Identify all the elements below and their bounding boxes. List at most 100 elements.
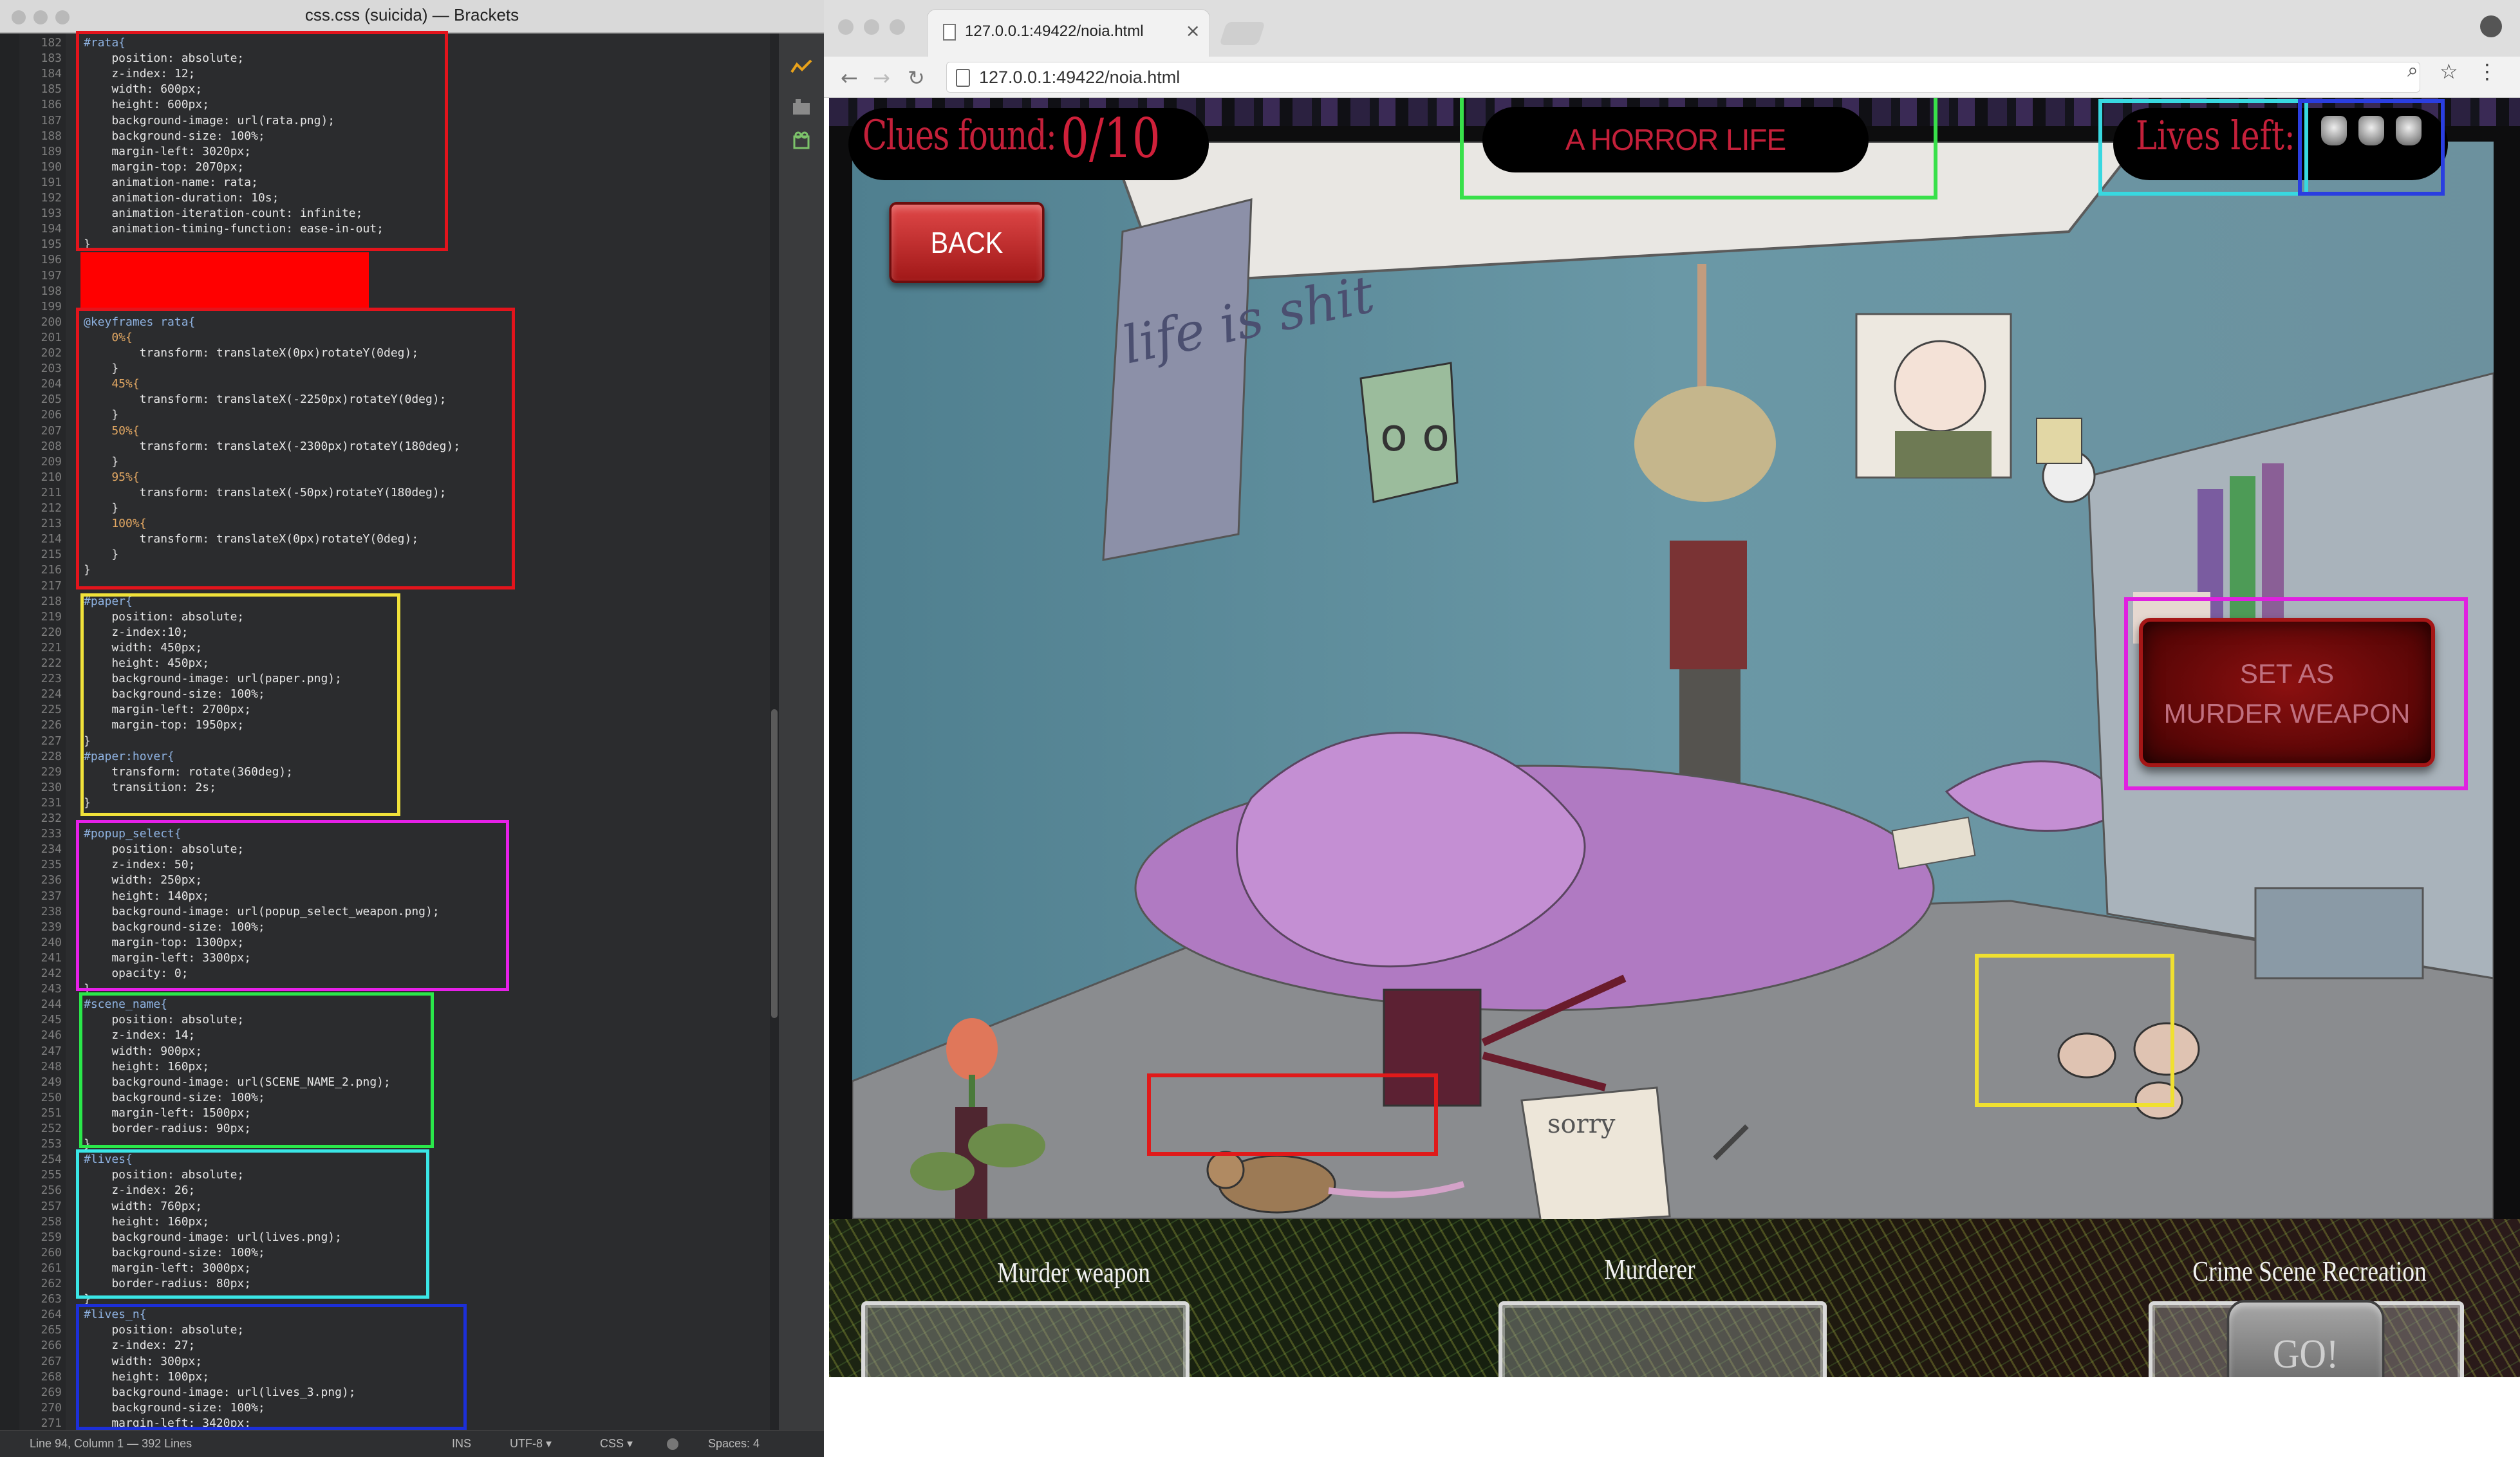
code-line[interactable]: transform: translateX(0px)rotateY(0deg); xyxy=(84,346,418,360)
code-area[interactable]: #rata{ position: absolute; z-index: 12; … xyxy=(66,33,770,1430)
code-line[interactable]: } xyxy=(84,362,118,375)
code-line[interactable]: background-image: url(popup_select_weapo… xyxy=(84,905,439,918)
code-line[interactable]: transition: 2s; xyxy=(84,781,216,794)
code-line[interactable]: transform: translateX(-50px)rotateY(180d… xyxy=(84,486,447,499)
code-line[interactable]: position: absolute; xyxy=(84,842,244,856)
code-line[interactable]: width: 600px; xyxy=(84,82,202,96)
code-line[interactable]: z-index: 27; xyxy=(84,1339,195,1352)
insert-mode-toggle[interactable]: INS xyxy=(452,1437,471,1451)
code-line[interactable]: animation-duration: 10s; xyxy=(84,191,279,205)
minimize-window-button[interactable] xyxy=(864,19,879,35)
linter-status-icon[interactable] xyxy=(667,1438,678,1450)
code-line[interactable]: height: 140px; xyxy=(84,889,209,903)
code-line[interactable]: 45%{ xyxy=(84,377,139,391)
code-line[interactable]: 50%{ xyxy=(84,424,139,438)
new-tab-button[interactable] xyxy=(1219,22,1265,45)
code-line[interactable]: #scene_name{ xyxy=(84,998,167,1011)
bookmark-star-icon[interactable]: ☆ xyxy=(2440,59,2458,84)
extension-icon[interactable] xyxy=(790,130,812,152)
code-line[interactable]: z-index: 50; xyxy=(84,858,195,871)
code-line[interactable]: position: absolute; xyxy=(84,1013,244,1026)
code-line[interactable]: margin-left: 3420px; xyxy=(84,1416,251,1430)
code-line[interactable]: } xyxy=(84,982,91,996)
code-line[interactable]: background-size: 100%; xyxy=(84,129,265,143)
code-line[interactable]: animation-name: rata; xyxy=(84,176,258,189)
editor-scrollbar-thumb[interactable] xyxy=(771,709,778,1018)
code-line[interactable]: background-size: 100%; xyxy=(84,1091,265,1104)
code-line[interactable]: #popup_select{ xyxy=(84,827,182,840)
code-line[interactable]: width: 760px; xyxy=(84,1200,202,1213)
code-line[interactable]: } xyxy=(84,796,91,810)
code-line[interactable]: margin-left: 3000px; xyxy=(84,1261,251,1275)
code-line[interactable]: background-image: url(lives.png); xyxy=(84,1230,342,1244)
code-line[interactable]: animation-iteration-count: infinite; xyxy=(84,207,362,220)
code-line[interactable]: margin-top: 1300px; xyxy=(84,936,244,949)
code-line[interactable]: opacity: 0; xyxy=(84,967,188,980)
code-line[interactable]: #lives{ xyxy=(84,1153,133,1166)
code-line[interactable]: transform: translateX(-2250px)rotateY(0d… xyxy=(84,393,447,406)
code-line[interactable]: background-size: 100%; xyxy=(84,1246,265,1259)
code-line[interactable]: z-index: 14; xyxy=(84,1028,195,1042)
code-line[interactable]: background-size: 100%; xyxy=(84,920,265,934)
code-line[interactable]: background-size: 100%; xyxy=(84,687,265,701)
code-line[interactable]: height: 160px; xyxy=(84,1060,209,1073)
code-line[interactable]: width: 300px; xyxy=(84,1355,202,1368)
code-line[interactable]: transform: translateX(-2300px)rotateY(18… xyxy=(84,440,461,453)
address-bar[interactable]: 127.0.0.1:49422/noia.html xyxy=(946,62,2420,93)
code-line[interactable]: height: 100px; xyxy=(84,1370,209,1384)
code-line[interactable]: margin-left: 2700px; xyxy=(84,703,251,716)
code-line[interactable]: #paper{ xyxy=(84,595,133,608)
code-line[interactable]: } xyxy=(84,548,118,561)
murderer-slot[interactable] xyxy=(1498,1301,1827,1377)
code-line[interactable]: height: 600px; xyxy=(84,98,209,111)
code-line[interactable]: background-image: url(SCENE_NAME_2.png); xyxy=(84,1075,390,1089)
editor-scrollbar[interactable] xyxy=(770,33,779,1430)
code-line[interactable]: margin-left: 3020px; xyxy=(84,145,251,158)
code-line[interactable]: background-image: url(rata.png); xyxy=(84,114,335,127)
code-line[interactable]: @keyframes rata{ xyxy=(84,315,195,329)
code-line[interactable]: } xyxy=(84,408,118,422)
indent-setting[interactable]: Spaces: 4 xyxy=(708,1437,760,1451)
code-line[interactable]: 0%{ xyxy=(84,331,133,344)
back-button[interactable]: BACK xyxy=(889,202,1045,283)
profile-avatar-icon[interactable] xyxy=(2480,15,2502,37)
code-line[interactable]: transform: rotate(360deg); xyxy=(84,765,293,779)
code-line[interactable]: border-radius: 80px; xyxy=(84,1277,251,1290)
encoding-select[interactable]: UTF-8 ▾ xyxy=(510,1437,552,1451)
forward-arrow-icon[interactable]: → xyxy=(873,66,890,90)
code-line[interactable]: margin-top: 2070px; xyxy=(84,160,244,174)
browser-tab[interactable]: 127.0.0.1:49422/noia.html × xyxy=(927,9,1210,57)
code-line[interactable]: position: absolute; xyxy=(84,51,244,65)
code-line[interactable]: z-index: 26; xyxy=(84,1183,195,1197)
code-line[interactable]: z-index: 12; xyxy=(84,67,195,80)
code-line[interactable]: #paper:hover{ xyxy=(84,750,174,763)
code-line[interactable]: animation-timing-function: ease-in-out; xyxy=(84,222,384,236)
code-line[interactable]: } xyxy=(84,1137,91,1151)
murder-weapon-slot[interactable] xyxy=(861,1301,1190,1377)
zoom-window-button[interactable] xyxy=(890,19,905,35)
reload-icon[interactable]: ↻ xyxy=(908,66,925,90)
code-line[interactable]: border-radius: 90px; xyxy=(84,1122,251,1135)
back-arrow-icon[interactable]: ← xyxy=(841,66,858,90)
live-preview-icon[interactable] xyxy=(790,57,812,79)
code-line[interactable]: background-image: url(paper.png); xyxy=(84,672,342,685)
code-line[interactable]: width: 900px; xyxy=(84,1044,202,1058)
code-line[interactable]: z-index:10; xyxy=(84,626,188,639)
code-line[interactable]: position: absolute; xyxy=(84,610,244,624)
code-line[interactable]: position: absolute; xyxy=(84,1323,244,1337)
code-line[interactable]: margin-left: 3300px; xyxy=(84,951,251,965)
code-line[interactable]: } xyxy=(84,1292,91,1306)
code-line[interactable]: 100%{ xyxy=(84,517,146,530)
code-line[interactable]: } xyxy=(84,734,91,748)
code-line[interactable]: background-image: url(lives_3.png); xyxy=(84,1386,355,1399)
code-line[interactable]: #lives_n{ xyxy=(84,1308,147,1321)
code-line[interactable]: margin-top: 1950px; xyxy=(84,718,244,732)
address-bar-url[interactable]: 127.0.0.1:49422/noia.html xyxy=(979,68,1180,88)
browser-menu-icon[interactable]: ⋮ xyxy=(2477,59,2497,84)
code-line[interactable]: background-size: 100%; xyxy=(84,1401,265,1415)
close-window-button[interactable] xyxy=(838,19,854,35)
go-button[interactable]: GO! xyxy=(2226,1300,2385,1377)
language-select[interactable]: CSS ▾ xyxy=(600,1437,633,1451)
code-line[interactable]: height: 160px; xyxy=(84,1215,209,1229)
tab-close-icon[interactable]: × xyxy=(1186,20,1200,41)
